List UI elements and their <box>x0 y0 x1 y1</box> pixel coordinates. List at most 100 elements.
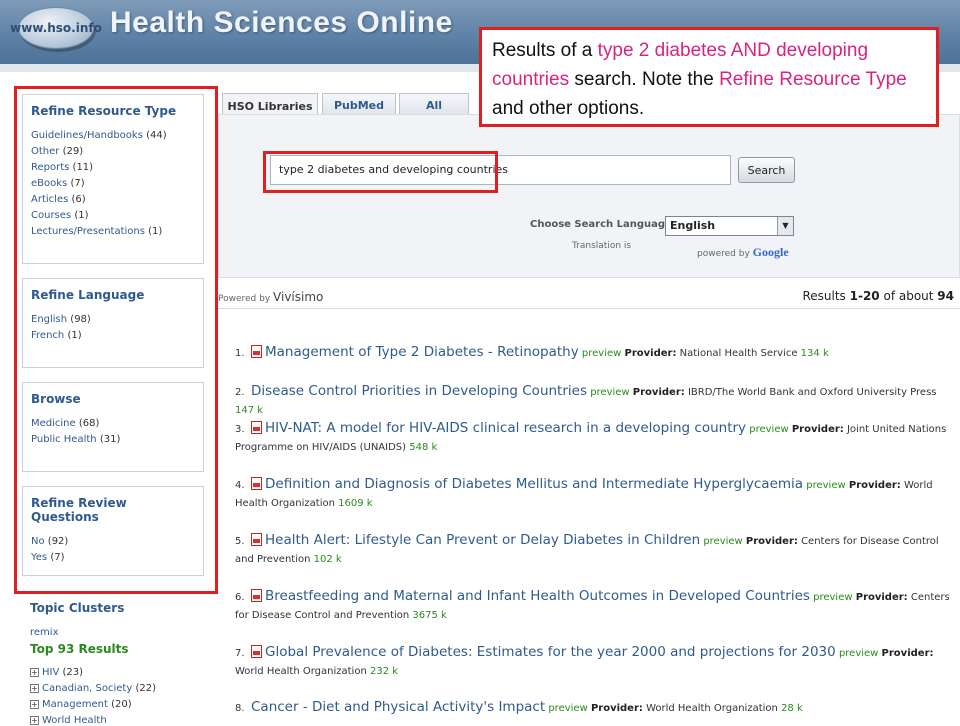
provider-name: World Health Organization <box>646 703 778 714</box>
expand-plus-icon[interactable]: + <box>30 684 39 693</box>
cluster-label[interactable]: HIV <box>42 667 59 678</box>
result-number: 5. <box>235 536 245 547</box>
topic-clusters-title: Topic Clusters <box>30 601 125 615</box>
pdf-icon <box>251 421 262 434</box>
result-item: 4. Definition and Diagnosis of Diabetes M… <box>235 475 950 513</box>
result-number: 3. <box>235 424 245 435</box>
file-size: 3675 k <box>412 610 447 621</box>
pdf-icon <box>251 645 262 658</box>
result-item: 1. Management of Type 2 Diabetes - Retino… <box>235 343 950 363</box>
pdf-icon <box>251 345 262 358</box>
result-number: 1. <box>235 348 245 359</box>
provider-label: Provider: <box>624 348 677 359</box>
result-title-link[interactable]: Disease Control Priorities in Developing… <box>251 383 587 399</box>
provider-label: Provider: <box>848 480 901 491</box>
search-highlight-box <box>263 151 498 193</box>
search-button[interactable]: Search <box>738 157 795 183</box>
preview-link[interactable]: preview <box>813 592 852 603</box>
page: www.hso.info Health Sciences Online HSO … <box>0 0 960 726</box>
cluster-count: (22) <box>135 683 156 694</box>
file-size: 232 k <box>369 666 399 677</box>
note-highlight-text: Refine Resource Type <box>719 69 907 90</box>
result-number: 8. <box>235 703 245 714</box>
provider-label: Provider: <box>590 703 643 714</box>
file-size: 28 k <box>781 703 803 714</box>
pdf-icon <box>251 477 262 490</box>
provider-label: Provider: <box>881 648 934 659</box>
note-text: and other options. <box>492 98 645 119</box>
language-select[interactable]: English ▼ <box>665 216 794 236</box>
provider-name: World Health Organization <box>235 666 367 677</box>
topic-cluster-item[interactable]: + World Health <box>30 715 107 726</box>
remix-link[interactable]: remix <box>30 627 58 638</box>
topic-cluster-item[interactable]: + HIV (23) <box>30 667 83 678</box>
vivisimo-logo: Vivísimo <box>273 290 324 304</box>
provider-label: Provider: <box>855 592 908 603</box>
results-summary: Results 1-20 of about 94 <box>802 289 954 303</box>
cluster-count: (20) <box>111 699 132 710</box>
result-title-link[interactable]: Cancer - Diet and Physical Activity's Im… <box>251 699 545 715</box>
file-size: 147 k <box>235 405 264 416</box>
sidebar-highlight-box <box>14 86 218 594</box>
result-number: 6. <box>235 592 245 603</box>
result-title-link[interactable]: Definition and Diagnosis of Diabetes Mel… <box>265 476 803 492</box>
preview-link[interactable]: preview <box>703 536 742 547</box>
translation-text: Translation is <box>572 241 632 251</box>
language-label: Choose Search Language: <box>530 219 676 230</box>
file-size: 102 k <box>313 554 342 565</box>
expand-plus-icon[interactable]: + <box>30 700 39 709</box>
topic-cluster-item[interactable]: + Canadian, Society (22) <box>30 683 156 694</box>
cluster-label[interactable]: Management <box>42 699 108 710</box>
result-title-link[interactable]: Health Alert: Lifestyle Can Prevent or D… <box>265 532 700 548</box>
result-title-link[interactable]: Management of Type 2 Diabetes - Retinopa… <box>265 344 579 360</box>
result-item: 7. Global Prevalence of Diabetes: Estimat… <box>235 643 950 681</box>
google-logo: Google <box>752 245 789 259</box>
preview-link[interactable]: preview <box>749 424 788 435</box>
powered-by-vivisimo: Powered by Vivísimo <box>218 290 324 304</box>
logo-text: www.hso.info <box>10 21 102 35</box>
powered-by-google: powered by Google <box>697 245 789 259</box>
language-value: English <box>670 219 716 232</box>
provider-label: Provider: <box>745 536 798 547</box>
preview-link[interactable]: preview <box>839 648 878 659</box>
topic-cluster-item[interactable]: + Management (20) <box>30 699 132 710</box>
expand-plus-icon[interactable]: + <box>30 668 39 677</box>
preview-link[interactable]: preview <box>548 703 587 714</box>
result-item: 3. HIV-NAT: A model for HIV-AIDS clinical… <box>235 419 950 457</box>
result-item: 8. Cancer - Diet and Physical Activity's … <box>235 698 950 718</box>
note-text: Results of a <box>492 40 598 61</box>
provider-label: Provider: <box>791 424 844 435</box>
result-item: 5. Health Alert: Lifestyle Can Prevent or… <box>235 531 950 569</box>
note-text: search. Note the <box>569 69 720 90</box>
cluster-label[interactable]: World Health <box>42 715 107 726</box>
cluster-count: (23) <box>62 667 84 678</box>
search-panel <box>218 114 960 278</box>
provider-label: Provider: <box>632 387 685 398</box>
provider-name: IBRD/The World Bank and Oxford Universit… <box>687 387 937 398</box>
result-number: 2. <box>235 387 245 398</box>
preview-link[interactable]: preview <box>806 480 845 491</box>
pdf-icon <box>251 589 262 602</box>
result-title-link[interactable]: Global Prevalence of Diabetes: Estimates… <box>265 644 836 660</box>
expand-plus-icon[interactable]: + <box>30 716 39 725</box>
site-title: Health Sciences Online <box>110 6 453 39</box>
results-divider <box>218 308 960 309</box>
file-size: 1609 k <box>338 498 373 509</box>
result-number: 7. <box>235 648 245 659</box>
result-item: 6. Breastfeeding and Maternal and Infant … <box>235 587 950 625</box>
preview-link[interactable]: preview <box>590 387 629 398</box>
site-logo[interactable]: www.hso.info <box>10 4 102 52</box>
top-results-label[interactable]: Top 93 Results <box>30 642 129 656</box>
file-size: 134 k <box>800 348 829 359</box>
file-size: 548 k <box>409 442 438 453</box>
result-item: 2. Disease Control Priorities in Developi… <box>235 382 950 420</box>
pdf-icon <box>251 533 262 546</box>
annotation-note: Results of a type 2 diabetes AND develop… <box>479 27 939 127</box>
result-number: 4. <box>235 480 245 491</box>
provider-name: National Health Service <box>679 348 798 359</box>
result-title-link[interactable]: Breastfeeding and Maternal and Infant He… <box>265 588 810 604</box>
dropdown-arrow-icon[interactable]: ▼ <box>777 217 793 235</box>
preview-link[interactable]: preview <box>582 348 621 359</box>
cluster-label[interactable]: Canadian, Society <box>42 683 132 694</box>
result-title-link[interactable]: HIV-NAT: A model for HIV-AIDS clinical r… <box>265 420 746 436</box>
